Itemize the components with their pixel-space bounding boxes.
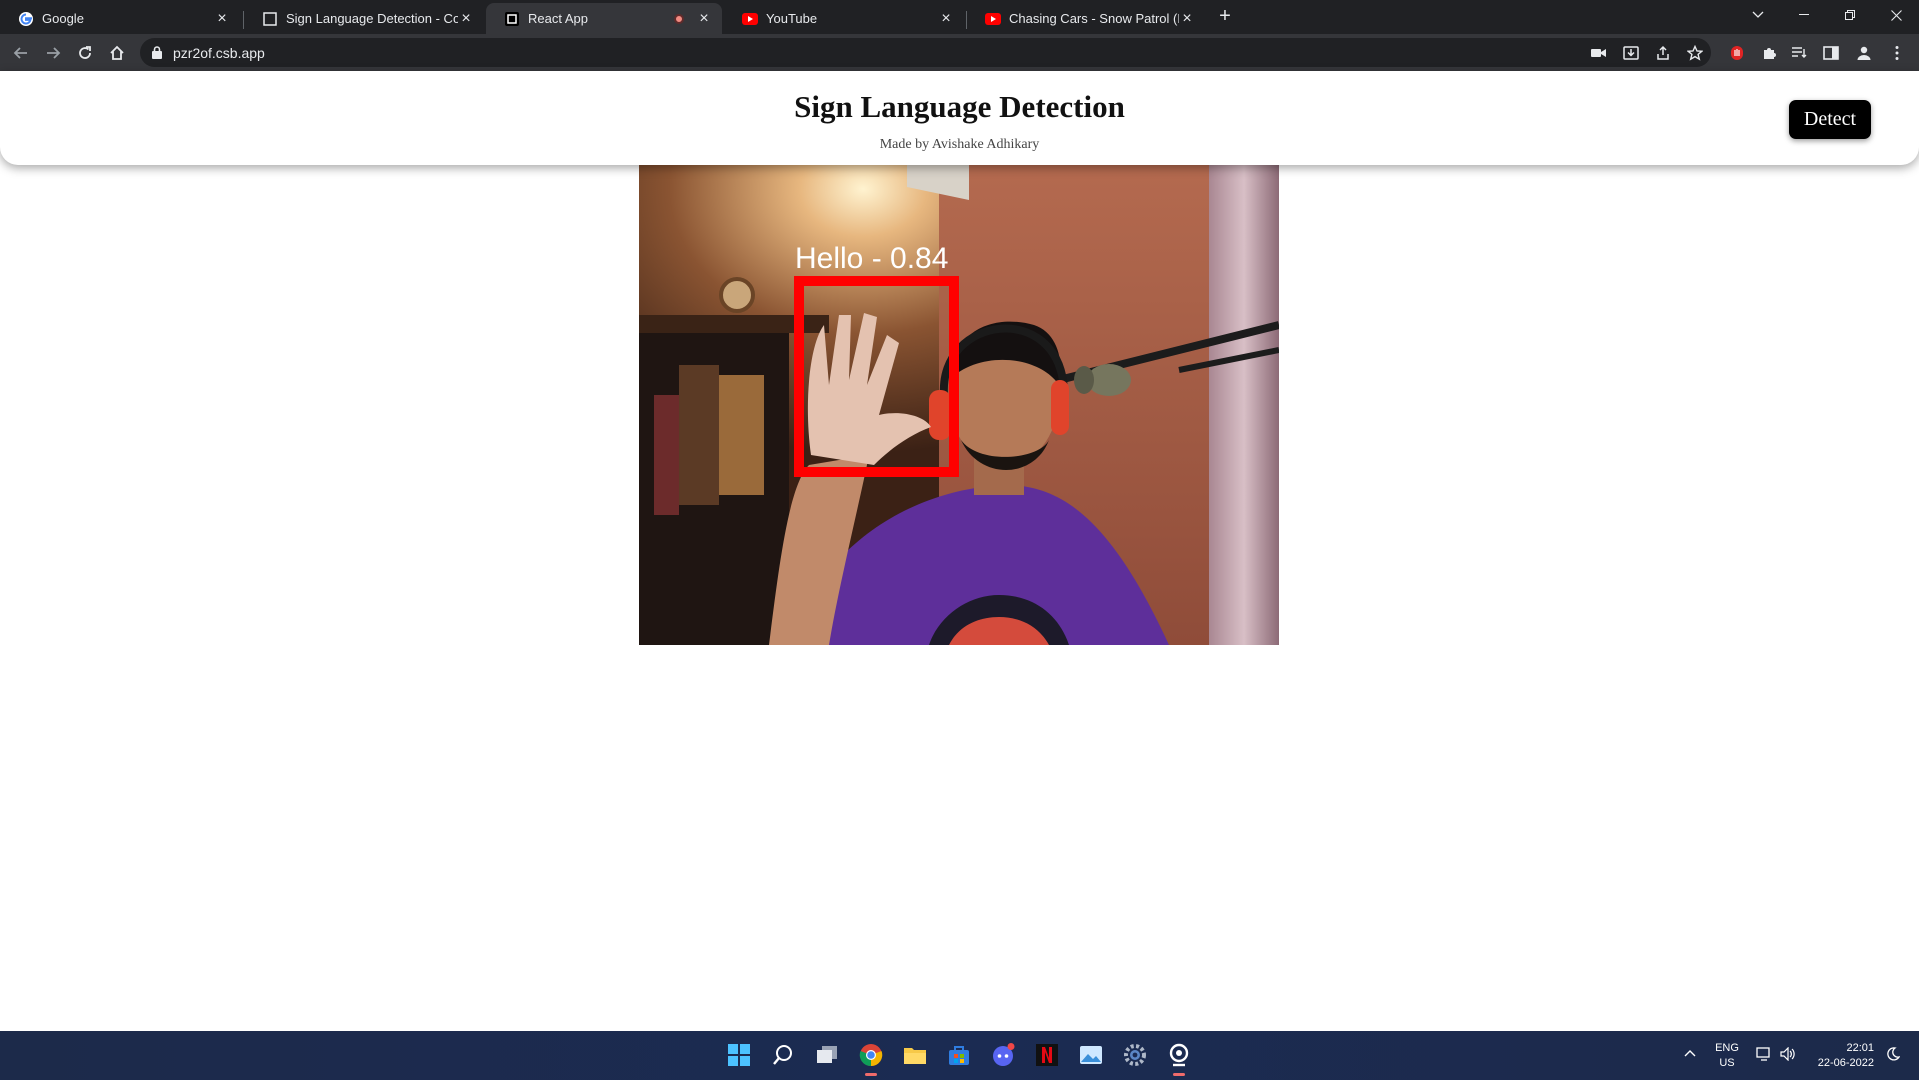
youtube-icon [742,11,758,27]
detection-label: Hello - 0.84 [795,242,949,275]
language-code: ENG [1715,1042,1739,1054]
file-explorer-icon[interactable] [901,1041,929,1069]
discord-icon[interactable] [989,1041,1017,1069]
region-code: US [1719,1057,1735,1069]
detect-button[interactable]: Detect [1789,100,1871,139]
netflix-icon[interactable] [1033,1041,1061,1069]
windows-start-icon[interactable] [725,1041,753,1069]
back-button[interactable] [8,40,34,66]
tab-title: YouTube [766,11,818,26]
close-tab-icon[interactable]: × [938,10,954,27]
network-icon[interactable] [1755,1047,1773,1066]
store-icon[interactable] [945,1041,973,1069]
forward-button[interactable] [40,40,66,66]
tab-title: React App [528,11,588,26]
restore-button[interactable] [1827,0,1873,30]
tab-search-icon[interactable] [1735,0,1781,30]
webcam-image [639,165,1279,645]
share-icon[interactable] [1654,44,1672,62]
youtube-icon [985,11,1001,27]
side-panel-icon[interactable] [1822,44,1840,62]
profile-avatar-icon[interactable] [1855,44,1873,62]
close-tab-icon[interactable]: × [458,10,474,27]
camera-icon[interactable] [1165,1041,1193,1076]
reload-icon [79,46,91,59]
chrome-icon[interactable] [857,1041,885,1076]
close-tab-icon[interactable]: × [1179,10,1195,27]
task-view-icon[interactable] [813,1041,841,1069]
photos-icon[interactable] [1077,1041,1105,1069]
home-icon [110,45,124,60]
webcam-feed: Hello - 0.84 [639,165,1279,645]
close-tab-icon[interactable]: × [214,10,230,27]
url-text[interactable]: pzr2of.csb.app [173,45,265,61]
codesandbox-icon [504,11,520,27]
extension-hand-icon[interactable] [1728,44,1746,62]
clock-time: 22:01 [1846,1042,1874,1054]
browser-toolbar: pzr2of.csb.app [0,34,1919,71]
reload-button[interactable] [72,40,98,66]
tab-title: Sign Language Detection - Code [286,11,458,26]
page-title: Sign Language Detection [794,89,1125,124]
tab-youtube[interactable]: YouTube × [724,3,964,34]
back-arrow-icon [13,47,27,59]
extensions-puzzle-icon[interactable] [1760,44,1778,62]
close-tab-icon[interactable]: × [696,10,712,27]
tab-title: Google [42,11,84,26]
app-header: Sign Language Detection Made by Avishake… [0,71,1919,165]
close-window-button[interactable] [1873,0,1919,30]
tab-strip: Google × Sign Language Detection - Code … [0,0,1919,34]
forward-arrow-icon [47,47,61,59]
clock-date: 22-06-2022 [1817,1057,1874,1069]
volume-icon[interactable] [1779,1046,1797,1066]
search-icon[interactable] [769,1041,797,1069]
tab-code[interactable]: Sign Language Detection - Code × [244,3,484,34]
home-button[interactable] [104,40,130,66]
clock[interactable]: 22:01 22-06-2022 [1808,1041,1874,1071]
media-queue-icon[interactable] [1790,44,1808,62]
address-bar[interactable]: pzr2of.csb.app [140,38,1711,67]
google-icon [18,11,34,27]
lock-icon[interactable] [152,46,162,64]
detection-bounding-box [794,276,959,477]
minimize-button[interactable] [1781,0,1827,30]
new-tab-button[interactable]: + [1214,5,1236,27]
bookmark-star-icon[interactable] [1686,44,1704,62]
show-hidden-icons-icon[interactable] [1683,1047,1697,1062]
windows-taskbar: ENG US 22:01 22-06-2022 [0,1031,1919,1080]
tab-google[interactable]: Google × [0,3,240,34]
tab-chasing-cars[interactable]: Chasing Cars - Snow Patrol (Boyc × [967,3,1205,34]
camera-in-use-icon[interactable] [1590,44,1608,62]
recording-indicator-icon [674,13,684,24]
codesandbox-icon [262,11,278,27]
page-subtitle: Made by Avishake Adhikary [879,137,1040,152]
focus-assist-moon-icon[interactable] [1885,1047,1901,1066]
settings-icon[interactable] [1121,1041,1149,1069]
tab-react-app[interactable]: React App × [486,3,722,34]
input-language[interactable]: ENG US [1711,1041,1743,1071]
install-app-icon[interactable] [1622,44,1640,62]
menu-kebab-icon[interactable] [1888,44,1906,62]
tab-title: Chasing Cars - Snow Patrol (Boyc [1009,11,1179,26]
